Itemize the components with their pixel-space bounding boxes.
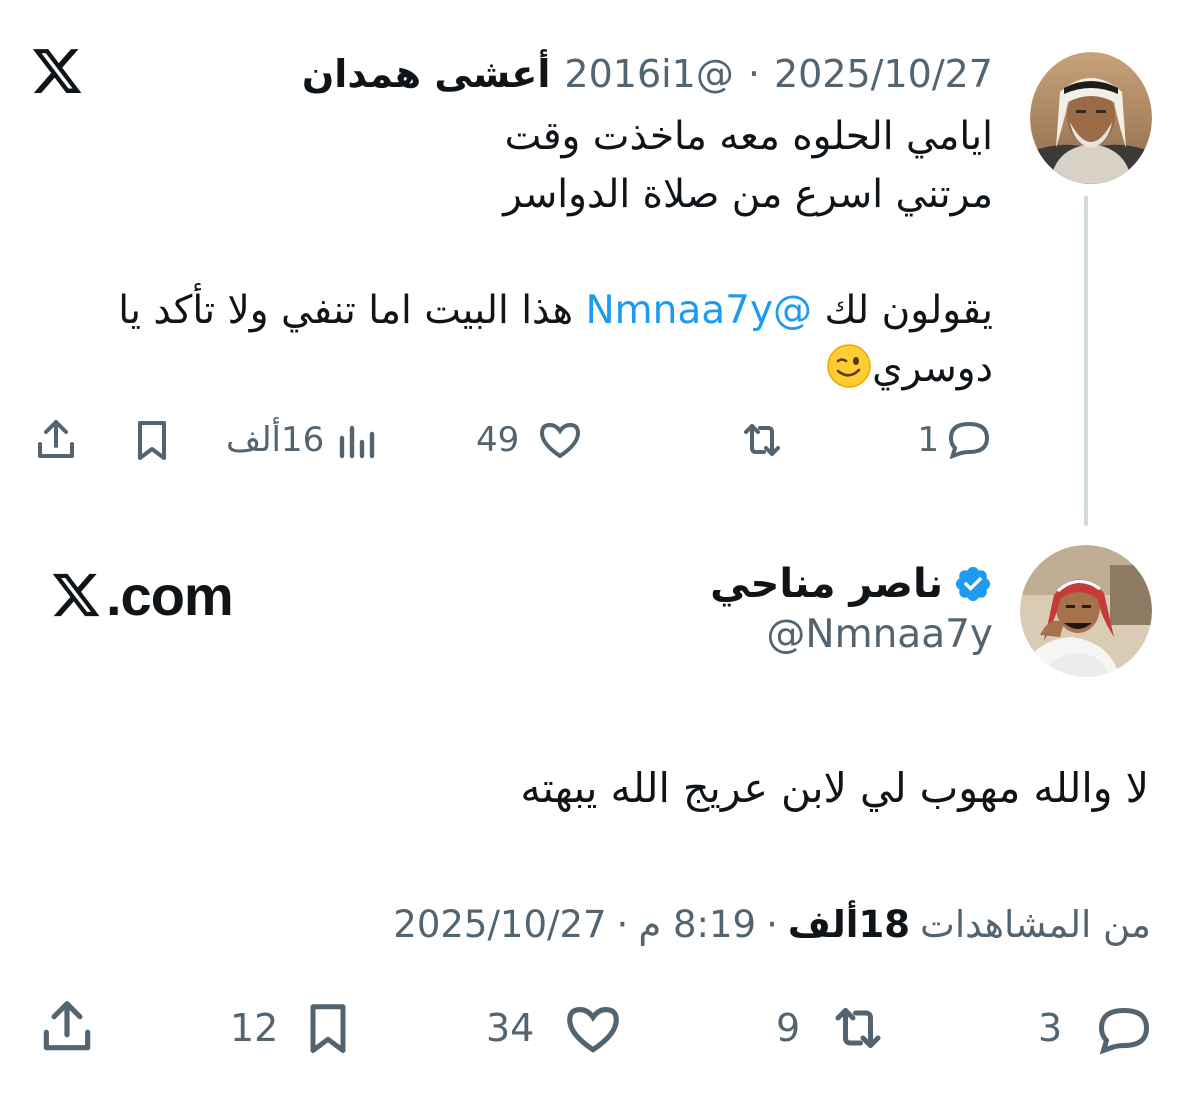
mention-link[interactable]: @Nmnaa7y — [585, 288, 812, 333]
main-tweet-time[interactable]: 8:19 م — [638, 903, 756, 946]
share-icon[interactable] — [32, 416, 80, 464]
main-author-avatar[interactable] — [1020, 545, 1152, 677]
x-com-branding: .com — [50, 560, 234, 630]
parent-tweet-text-fragment: يقولون لك — [812, 288, 993, 333]
main-author-name[interactable]: ناصر مناحي — [710, 561, 943, 607]
like-count: 34 — [486, 1006, 535, 1050]
parent-tweet-line: يقولون لك @Nmnaa7y هذا البيت اما تنفي ول… — [73, 282, 993, 340]
parent-author-avatar[interactable] — [1030, 52, 1152, 184]
reply-count: 3 — [1038, 1006, 1063, 1050]
bookmark-icon[interactable] — [298, 998, 358, 1058]
main-views-label: من المشاهدات — [919, 902, 1151, 946]
separator-dot: · — [766, 902, 778, 946]
views-count: 16ألف — [226, 420, 325, 460]
parent-author-name[interactable]: أعشى همدان — [302, 52, 551, 96]
bookmark-icon[interactable] — [128, 416, 176, 464]
bookmark-count: 12 — [230, 1006, 279, 1050]
parent-tweet-header: أعشى همدان @2016i1 · 2025/10/27 — [302, 44, 993, 104]
parent-tweet-line: دوسري — [73, 340, 993, 398]
main-tweet-meta: 2025/10/27 · 8:19 م · 18ألف من المشاهدات — [393, 896, 1151, 952]
retweet-count: 9 — [776, 1006, 801, 1050]
parent-author-handle[interactable]: @2016i1 — [564, 52, 733, 96]
retweet-icon[interactable] — [828, 998, 888, 1058]
thread-connector-line — [1084, 196, 1088, 526]
main-tweet-text: لا والله مهوب لي لابن عريج الله يبهته — [520, 764, 1149, 812]
reply-button[interactable] — [945, 414, 993, 462]
main-tweet-date[interactable]: 2025/10/27 — [393, 903, 606, 946]
parent-tweet-text-fragment: دوسري — [872, 346, 993, 391]
retweet-icon[interactable] — [738, 416, 786, 464]
x-com-text: .com — [106, 563, 234, 627]
winking-face-icon — [827, 344, 871, 388]
main-views-count: 18ألف — [787, 902, 910, 946]
x-logo-icon — [32, 49, 82, 93]
like-count: 49 — [476, 420, 520, 460]
reply-icon[interactable] — [1094, 998, 1154, 1058]
parent-tweet-text-fragment: هذا البيت اما تنفي ولا تأكد يا — [118, 288, 586, 333]
parent-tweet-line: ايامي الحلوه معه ماخذت وقت — [504, 114, 993, 159]
like-icon[interactable] — [536, 416, 584, 464]
like-icon[interactable] — [562, 998, 624, 1060]
verified-badge-icon — [955, 566, 991, 602]
main-tweet-author-row: ناصر مناحي — [710, 554, 993, 614]
parent-tweet-date[interactable]: 2025/10/27 — [774, 52, 993, 96]
views-icon[interactable] — [334, 416, 382, 464]
x-logo-icon — [52, 573, 100, 617]
parent-tweet-text: ايامي الحلوه معه ماخذت وقت مرتني اسرع من… — [73, 108, 993, 398]
reply-count: 1 — [917, 420, 939, 460]
share-icon[interactable] — [36, 996, 98, 1058]
separator-dot: · — [616, 902, 629, 946]
reply-icon — [948, 421, 990, 460]
main-author-handle[interactable]: @Nmnaa7y — [766, 612, 993, 657]
separator-dot: · — [747, 52, 760, 96]
parent-tweet-line: مرتني اسرع من صلاة الدواسر — [503, 172, 993, 217]
